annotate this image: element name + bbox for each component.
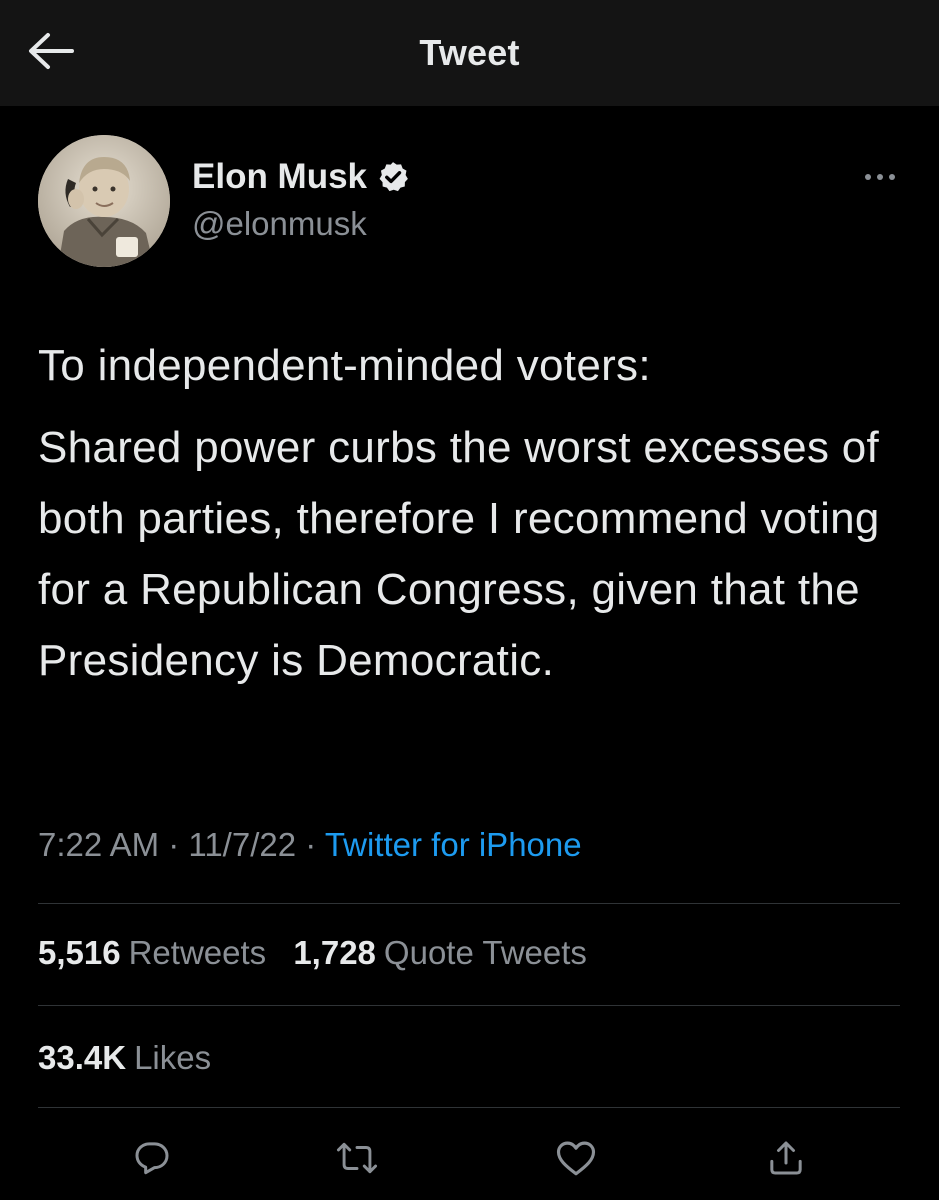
reply-icon (132, 1138, 172, 1183)
tweet-source-link[interactable]: Twitter for iPhone (325, 826, 582, 863)
author-block[interactable]: Elon Musk @elonmusk (192, 155, 410, 243)
like-button[interactable] (546, 1130, 606, 1190)
retweets-label: Retweets (128, 934, 267, 971)
meta-separator: · (305, 826, 317, 863)
quote-tweets-count: 1,728 (293, 934, 376, 971)
share-button[interactable] (756, 1130, 816, 1190)
page-title: Tweet (419, 32, 520, 73)
likes-stat[interactable]: 33.4K Likes (38, 1039, 211, 1077)
more-horizontal-icon (863, 169, 897, 187)
author-name-row: Elon Musk (192, 155, 410, 199)
top-bar: Tweet (0, 0, 939, 106)
meta-separator: · (168, 826, 180, 863)
quote-tweets-label: Quote Tweets (383, 934, 587, 971)
divider (38, 1005, 900, 1006)
quote-tweets-stat[interactable]: 1,728 Quote Tweets (293, 934, 587, 972)
engagement-stats-row: 5,516 Retweets 1,728 Quote Tweets (38, 934, 587, 972)
retweets-stat[interactable]: 5,516 Retweets (38, 934, 266, 972)
retweet-button[interactable] (327, 1130, 387, 1190)
avatar[interactable] (38, 135, 170, 267)
retweet-icon (336, 1138, 378, 1183)
divider (38, 903, 900, 904)
share-icon (766, 1137, 806, 1184)
author-handle[interactable]: @elonmusk (192, 205, 410, 243)
reply-button[interactable] (122, 1130, 182, 1190)
likes-label: Likes (134, 1039, 212, 1076)
author-display-name[interactable]: Elon Musk (192, 157, 367, 197)
tweet-paragraph: Shared power curbs the worst excesses of… (38, 423, 880, 685)
action-bar (0, 1130, 939, 1190)
likes-stats-row: 33.4K Likes (38, 1039, 211, 1077)
heart-icon (555, 1138, 597, 1183)
tweet-text: To independent-minded voters: Shared pow… (38, 330, 908, 696)
divider (38, 1107, 900, 1108)
likes-count: 33.4K (38, 1039, 127, 1076)
tweet-metadata: 7:22 AM · 11/7/22 · Twitter for iPhone (38, 826, 582, 864)
tweet-paragraph: To independent-minded voters: (38, 341, 651, 390)
more-options-button[interactable] (858, 163, 902, 193)
tweet-date: 11/7/22 (188, 826, 297, 863)
retweets-count: 5,516 (38, 934, 121, 971)
verified-badge-icon (376, 160, 410, 194)
tweet-time: 7:22 AM (38, 826, 160, 863)
